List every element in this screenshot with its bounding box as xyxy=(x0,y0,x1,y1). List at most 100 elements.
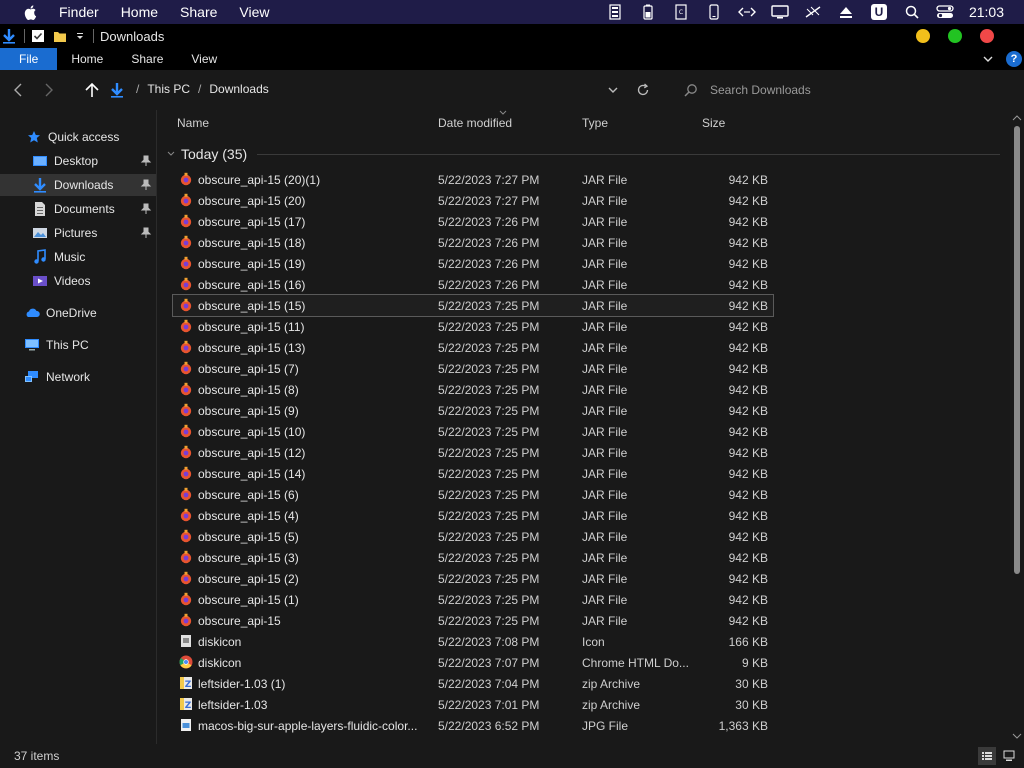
table-row[interactable]: obscure_api-15 (2) 5/22/2023 7:25 PM JAR F… xyxy=(173,568,773,589)
expand-ribbon-chevron-icon[interactable] xyxy=(982,53,994,65)
menu-home[interactable]: Home xyxy=(121,4,158,20)
menu-finder[interactable]: Finder xyxy=(59,4,99,20)
table-row[interactable]: macos-big-sur-apple-layers-fluidic-color… xyxy=(173,715,773,736)
scroll-up-arrow-icon[interactable] xyxy=(1010,113,1024,123)
back-button[interactable] xyxy=(9,80,29,100)
recent-locations-dropdown[interactable] xyxy=(603,80,623,100)
table-row[interactable]: obscure_api-15 (5) 5/22/2023 7:25 PM JAR F… xyxy=(173,526,773,547)
search-box[interactable]: Search Downloads xyxy=(674,78,1014,102)
memory-icon[interactable] xyxy=(606,4,624,20)
menu-clock[interactable]: 21:03 xyxy=(969,4,1004,20)
jar-file-icon xyxy=(179,571,193,585)
table-row[interactable]: obscure_api-15 (6) 5/22/2023 7:25 PM JAR F… xyxy=(173,484,773,505)
downloads-arrow-icon[interactable] xyxy=(2,28,16,44)
sidebar-item-music[interactable]: Music xyxy=(0,246,156,268)
menu-share[interactable]: Share xyxy=(180,4,217,20)
table-row[interactable]: obscure_api-15 (8) 5/22/2023 7:25 PM JAR F… xyxy=(173,379,773,400)
sidebar-item-network[interactable]: Network xyxy=(0,366,156,388)
table-row[interactable]: obscure_api-15 (14) 5/22/2023 7:25 PM JAR … xyxy=(173,463,773,484)
phone-icon[interactable] xyxy=(705,4,723,20)
control-center-icon[interactable] xyxy=(936,4,954,20)
table-row[interactable]: obscure_api-15 5/22/2023 7:25 PM JAR File 9… xyxy=(173,610,773,631)
close-button[interactable] xyxy=(980,29,994,43)
table-row[interactable]: obscure_api-15 (11) 5/22/2023 7:25 PM JAR … xyxy=(173,316,773,337)
sidebar-item-onedrive[interactable]: OneDrive xyxy=(0,302,156,324)
table-row[interactable]: obscure_api-15 (17) 5/22/2023 7:26 PM JAR … xyxy=(173,211,773,232)
table-row[interactable]: obscure_api-15 (9) 5/22/2023 7:25 PM JAR F… xyxy=(173,400,773,421)
maximize-button[interactable] xyxy=(948,29,962,43)
table-row[interactable]: obscure_api-15 (19) 5/22/2023 7:26 PM JAR … xyxy=(173,253,773,274)
icon-file-icon xyxy=(179,634,193,648)
pin-icon[interactable] xyxy=(140,155,152,167)
breadcrumb-this-pc[interactable]: This PC xyxy=(147,82,190,96)
table-row[interactable]: obscure_api-15 (7) 5/22/2023 7:25 PM JAR F… xyxy=(173,358,773,379)
file-size: 942 KB xyxy=(728,193,768,208)
search-input[interactable]: Search Downloads xyxy=(710,83,811,97)
star-icon xyxy=(26,129,42,145)
table-row[interactable]: obscure_api-15 (20)(1) 5/22/2023 7:27 PM J… xyxy=(173,169,773,190)
collapse-group-icon[interactable] xyxy=(167,150,175,158)
details-view-button[interactable] xyxy=(978,747,996,765)
battery-status-icon[interactable] xyxy=(639,4,657,20)
sidebar-item-this-pc[interactable]: This PC xyxy=(0,334,156,356)
table-row[interactable]: obscure_api-15 (3) 5/22/2023 7:25 PM JAR F… xyxy=(173,547,773,568)
table-row[interactable]: obscure_api-15 (16) 5/22/2023 7:26 PM JAR … xyxy=(173,274,773,295)
table-row[interactable]: obscure_api-15 (1) 5/22/2023 7:25 PM JAR F… xyxy=(173,589,773,610)
column-header-name[interactable]: Name xyxy=(177,116,209,130)
tab-share[interactable]: Share xyxy=(117,48,177,70)
screen-mirroring-off-icon[interactable] xyxy=(804,4,822,20)
sidebar-item-desktop[interactable]: Desktop xyxy=(0,150,156,172)
apple-logo-icon[interactable] xyxy=(23,4,39,20)
tab-file[interactable]: File xyxy=(0,48,58,70)
scroll-down-arrow-icon[interactable] xyxy=(1010,731,1024,741)
table-row[interactable]: Zleftsider-1.03 5/22/2023 7:01 PM zip Arch… xyxy=(173,694,773,715)
jar-file-icon xyxy=(179,592,193,606)
refresh-button[interactable] xyxy=(633,80,653,100)
tab-home[interactable]: Home xyxy=(57,48,117,70)
sidebar-item-documents[interactable]: Documents xyxy=(0,198,156,220)
customize-dropdown-icon[interactable] xyxy=(75,31,85,41)
sidebar-item-videos[interactable]: Videos xyxy=(0,270,156,292)
properties-check-icon[interactable] xyxy=(31,29,45,43)
group-header-today[interactable]: Today (35) xyxy=(167,146,1000,162)
table-row[interactable]: obscure_api-15 (15) 5/22/2023 7:25 PM JAR … xyxy=(172,294,774,317)
cpu-icon[interactable]: C xyxy=(672,4,690,20)
pin-icon[interactable] xyxy=(140,227,152,239)
pin-icon[interactable] xyxy=(140,203,152,215)
table-row[interactable]: obscure_api-15 (18) 5/22/2023 7:26 PM JAR … xyxy=(173,232,773,253)
code-arrows-icon[interactable] xyxy=(737,4,756,20)
table-row[interactable]: obscure_api-15 (4) 5/22/2023 7:25 PM JAR F… xyxy=(173,505,773,526)
table-row[interactable]: obscure_api-15 (20) 5/22/2023 7:27 PM JAR … xyxy=(173,190,773,211)
spotlight-search-icon[interactable] xyxy=(903,4,921,20)
sidebar-item-downloads[interactable]: Downloads xyxy=(0,174,156,196)
table-row[interactable]: diskicon 5/22/2023 7:08 PM Icon 166 KB xyxy=(173,631,773,652)
menu-view[interactable]: View xyxy=(239,4,269,20)
tab-view[interactable]: View xyxy=(177,48,231,70)
eject-icon[interactable] xyxy=(837,4,855,20)
table-row[interactable]: obscure_api-15 (10) 5/22/2023 7:25 PM JAR … xyxy=(173,421,773,442)
help-button[interactable]: ? xyxy=(1006,51,1022,67)
location-downloads-icon-button[interactable] xyxy=(107,80,127,100)
display-icon[interactable] xyxy=(771,4,789,20)
chevron-down-icon xyxy=(608,87,618,93)
column-header-date-modified[interactable]: Date modified xyxy=(438,116,512,130)
column-header-size[interactable]: Size xyxy=(702,116,725,130)
breadcrumb-downloads[interactable]: Downloads xyxy=(209,82,268,96)
scrollbar-thumb[interactable] xyxy=(1014,126,1020,574)
column-header-type[interactable]: Type xyxy=(582,116,608,130)
large-icons-view-button[interactable] xyxy=(1000,747,1018,765)
forward-button[interactable] xyxy=(38,80,58,100)
minimize-button[interactable] xyxy=(916,29,930,43)
sidebar-item-quick-access[interactable]: Quick access xyxy=(0,126,156,148)
new-folder-icon[interactable] xyxy=(53,29,67,43)
pin-icon[interactable] xyxy=(140,179,152,191)
table-row[interactable]: diskicon 5/22/2023 7:07 PM Chrome HTML Do.… xyxy=(173,652,773,673)
table-row[interactable]: obscure_api-15 (13) 5/22/2023 7:25 PM JAR … xyxy=(173,337,773,358)
u-app-icon[interactable]: U xyxy=(870,4,888,20)
vertical-scrollbar[interactable] xyxy=(1010,110,1024,744)
table-row[interactable]: Zleftsider-1.03 (1) 5/22/2023 7:04 PM zip … xyxy=(173,673,773,694)
table-row[interactable]: obscure_api-15 (12) 5/22/2023 7:25 PM JAR … xyxy=(173,442,773,463)
sidebar-item-pictures[interactable]: Pictures xyxy=(0,222,156,244)
up-button[interactable] xyxy=(82,80,102,100)
file-name: obscure_api-15 (18) xyxy=(198,235,306,250)
